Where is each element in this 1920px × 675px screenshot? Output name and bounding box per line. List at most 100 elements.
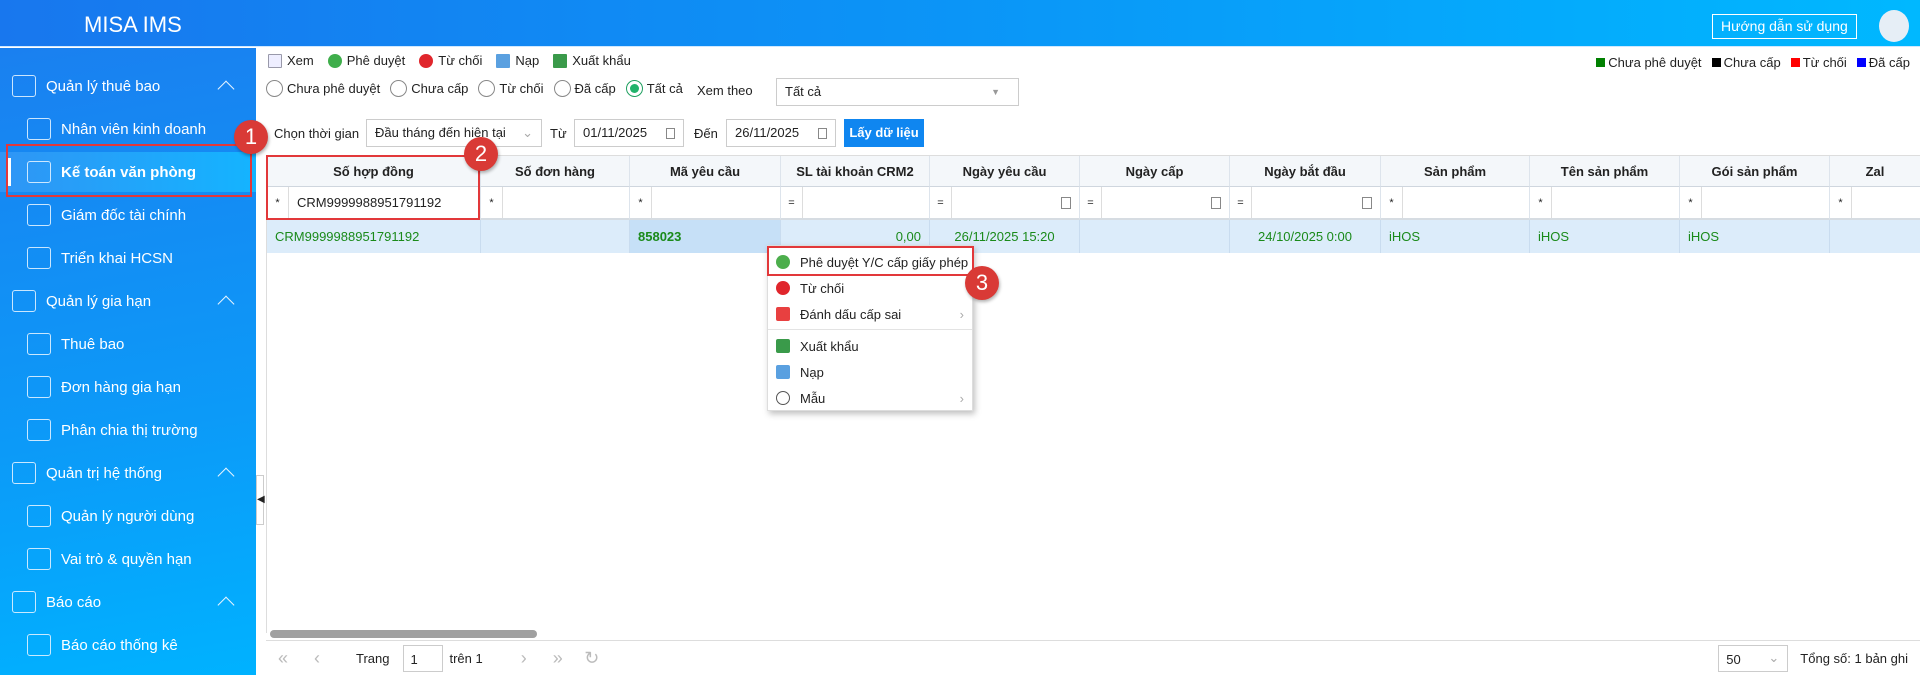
filter-operator[interactable]: * <box>1680 187 1702 218</box>
filter-operator[interactable]: * <box>630 187 652 218</box>
sidebar-collapse-handle[interactable]: ◀ <box>256 475 265 525</box>
column-filter[interactable]: = <box>930 187 1080 220</box>
table-cell[interactable]: 24/10/2025 0:00 <box>1230 220 1381 253</box>
column-filter[interactable]: = <box>1080 187 1230 220</box>
filter-operator[interactable]: * <box>1530 187 1552 218</box>
column-header[interactable]: Sản phẩm <box>1381 156 1530 187</box>
user-avatar[interactable] <box>1879 10 1909 42</box>
from-date-input[interactable]: 01/11/2025 <box>574 119 684 147</box>
sidebar-item-10[interactable]: Quản lý người dùng <box>0 496 256 536</box>
page-size-select[interactable]: 50 ⌄ <box>1718 644 1789 672</box>
context-menu-item[interactable]: Từ chối <box>768 275 972 301</box>
table-cell[interactable] <box>1830 220 1920 253</box>
table-cell[interactable]: iHOS <box>1680 220 1830 253</box>
sidebar-item-8[interactable]: Phân chia thị trường <box>0 410 256 450</box>
calendar-icon[interactable] <box>1211 197 1221 209</box>
column-header[interactable]: Tên sản phẩm <box>1530 156 1680 187</box>
status-radio[interactable]: Chưa cấp <box>390 80 468 97</box>
column-header[interactable]: Ngày bắt đầu <box>1230 156 1381 187</box>
time-range-select[interactable]: Đầu tháng đến hiện tại ⌄ <box>366 119 542 147</box>
chevron-up-icon[interactable] <box>217 467 235 485</box>
next-page-icon[interactable]: › <box>507 648 541 669</box>
sidebar-item-4[interactable]: Triển khai HCSN <box>0 238 256 278</box>
table-cell[interactable] <box>481 220 630 253</box>
column-filter[interactable]: * <box>1830 187 1920 220</box>
column-filter[interactable]: * <box>1680 187 1830 220</box>
export-button[interactable]: Xuất khẩu <box>553 53 631 68</box>
reject-button[interactable]: Từ chối <box>419 53 482 68</box>
column-header[interactable]: Gói sản phẩm <box>1680 156 1830 187</box>
sidebar-item-13[interactable]: Báo cáo thống kê <box>0 625 256 665</box>
view-by-select[interactable]: Tất cả ▼ <box>776 78 1019 106</box>
chevron-up-icon[interactable] <box>217 295 235 313</box>
filter-operator[interactable]: * <box>481 187 503 218</box>
sidebar-group-12[interactable]: Báo cáo <box>0 582 256 622</box>
calendar-icon[interactable] <box>666 128 675 139</box>
filter-operator[interactable]: = <box>1230 187 1252 218</box>
sidebar-group-5[interactable]: Quản lý gia hạn <box>0 281 256 321</box>
sidebar-group-0[interactable]: Quản lý thuê bao <box>0 66 256 106</box>
table-cell[interactable]: iHOS <box>1530 220 1680 253</box>
column-filter[interactable]: * <box>481 187 630 220</box>
table-cell[interactable] <box>1080 220 1230 253</box>
column-filter[interactable]: = <box>1230 187 1381 220</box>
filter-operator[interactable]: = <box>1080 187 1102 218</box>
column-header[interactable]: Số đơn hàng <box>481 156 630 187</box>
radio-icon[interactable] <box>266 80 283 97</box>
status-radio[interactable]: Đã cấp <box>553 80 616 97</box>
calendar-icon[interactable] <box>1061 197 1071 209</box>
sidebar-item-11[interactable]: Vai trò & quyền hạn <box>0 539 256 579</box>
help-button[interactable]: Hướng dẫn sử dụng <box>1712 14 1857 39</box>
radio-icon[interactable] <box>625 80 643 97</box>
column-header[interactable]: Zal <box>1830 156 1920 187</box>
radio-icon[interactable] <box>553 80 571 97</box>
sidebar-item-1[interactable]: Nhân viên kinh doanh <box>0 109 256 149</box>
filter-operator[interactable]: = <box>930 187 952 218</box>
to-date-input[interactable]: 26/11/2025 <box>726 119 836 147</box>
column-header[interactable]: Mã yêu cầu <box>630 156 781 187</box>
column-filter[interactable]: * <box>1530 187 1680 220</box>
status-radio[interactable]: Chưa phê duyệt <box>266 80 380 97</box>
filter-operator[interactable]: * <box>1381 187 1403 218</box>
load-button[interactable]: Nạp <box>496 53 539 68</box>
radio-icon[interactable] <box>390 80 408 97</box>
context-menu-item[interactable]: Đánh dấu cấp sai › <box>768 301 972 327</box>
radio-icon[interactable] <box>478 80 496 97</box>
table-cell[interactable]: CRM9999988951791192 <box>267 220 481 253</box>
column-filter[interactable]: * <box>1381 187 1530 220</box>
view-button[interactable]: Xem <box>268 53 314 68</box>
first-page-icon[interactable]: « <box>266 648 300 669</box>
calendar-icon[interactable] <box>1362 197 1372 209</box>
sidebar-item-7[interactable]: Đơn hàng gia hạn <box>0 367 256 407</box>
context-menu-item[interactable]: Xuất khẩu <box>768 333 972 359</box>
context-menu-item[interactable]: Nạp <box>768 359 972 385</box>
approve-button[interactable]: Phê duyệt <box>327 53 405 68</box>
prev-page-icon[interactable]: ‹ <box>300 648 334 669</box>
last-page-icon[interactable]: » <box>541 648 575 669</box>
column-header[interactable]: SL tài khoản CRM2 <box>781 156 930 187</box>
column-filter[interactable]: * <box>630 187 781 220</box>
column-header[interactable]: Ngày yêu cầu <box>930 156 1080 187</box>
reject-label: Từ chối <box>438 53 483 68</box>
sidebar-item-3[interactable]: Giám đốc tài chính <box>0 195 256 235</box>
sidebar-group-9[interactable]: Quản trị hệ thống <box>0 453 256 493</box>
page-input[interactable]: 1 <box>403 644 444 672</box>
table-row[interactable]: CRM9999988951791192 858023 0,00 26/11/2025 … <box>267 220 1920 253</box>
status-radio[interactable]: Từ chối <box>478 80 544 97</box>
refresh-icon[interactable]: ↻ <box>575 648 609 669</box>
context-menu-item[interactable]: Mẫu › <box>768 385 972 411</box>
column-filter[interactable]: = <box>781 187 930 220</box>
status-radio[interactable]: Tất cả <box>625 80 683 97</box>
filter-operator[interactable]: = <box>781 187 803 218</box>
filter-operator[interactable]: * <box>1830 187 1852 218</box>
get-data-button[interactable]: Lấy dữ liệu <box>844 119 924 147</box>
table-cell[interactable]: iHOS <box>1381 220 1530 253</box>
page-label: Trang <box>356 650 390 666</box>
column-header[interactable]: Ngày cấp <box>1080 156 1230 187</box>
horizontal-scrollbar[interactable] <box>270 630 537 638</box>
table-cell[interactable]: 858023 <box>630 220 781 253</box>
calendar-icon[interactable] <box>818 128 827 139</box>
chevron-up-icon[interactable] <box>217 596 235 614</box>
chevron-up-icon[interactable] <box>217 80 235 98</box>
sidebar-item-6[interactable]: Thuê bao <box>0 324 256 364</box>
